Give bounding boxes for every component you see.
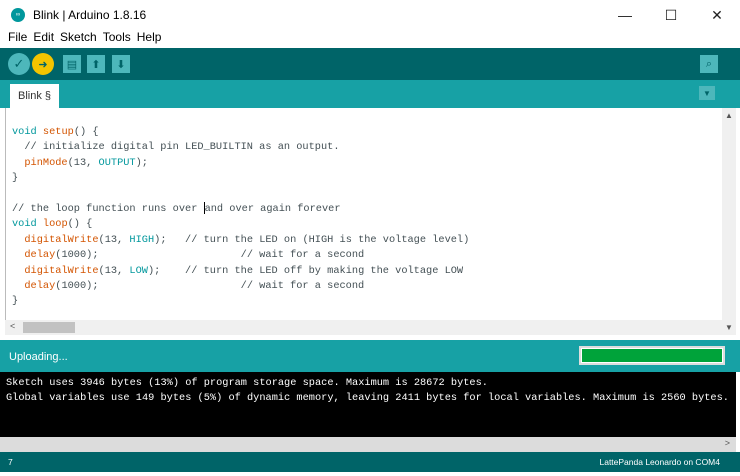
code-token: // turn the LED off by making the voltag… [185, 264, 464, 277]
console-line: Global variables use 149 bytes (5%) of d… [6, 392, 729, 404]
status-strip: Uploading... [0, 340, 740, 372]
code-token: digitalWrite [24, 264, 99, 277]
open-arrow-up-icon[interactable]: ⬆ [87, 55, 105, 73]
title-bar: ∞ Blink | Arduino 1.8.16 — ☐ ✕ [0, 0, 740, 30]
serial-monitor-icon[interactable]: ⌕ [700, 55, 718, 73]
code-token: ); [135, 156, 148, 169]
code-token: } [12, 295, 19, 308]
code-line[interactable]: digitalWrite(13, LOW); // turn the LED o… [12, 264, 469, 279]
code-line[interactable]: delay(1000); // wait for a second [12, 279, 469, 294]
code-token: (1000); [55, 249, 241, 262]
progress-fill [582, 349, 722, 362]
scroll-up-icon[interactable]: ▲ [722, 111, 736, 120]
code-token: // initialize digital pin LED_BUILTIN as… [12, 141, 340, 154]
bottom-status-bar: 7 LattePanda Leonardo on COM4 [0, 452, 740, 472]
code-token: // wait for a second [240, 249, 365, 262]
console-output: Sketch uses 3946 bytes (13%) of program … [0, 372, 736, 437]
menu-sketch[interactable]: Sketch [60, 30, 97, 48]
upload-progress-bar [579, 346, 725, 365]
tab-blink[interactable]: Blink § [10, 84, 59, 108]
code-editor[interactable]: void setup() { // initialize digital pin… [5, 108, 722, 320]
menu-edit[interactable]: Edit [33, 30, 54, 48]
editor-horizontal-scrollbar[interactable]: < [5, 320, 722, 335]
tab-bar: Blink § ▼ [0, 80, 740, 108]
window-title: Blink | Arduino 1.8.16 [33, 8, 147, 22]
code-line[interactable]: void setup() { [12, 125, 469, 140]
code-token: // turn the LED on (HIGH is the voltage … [185, 233, 470, 246]
code-token: (13, [67, 156, 99, 169]
status-message: Uploading... [9, 351, 68, 363]
scroll-right-icon[interactable]: > [725, 438, 730, 448]
code-token: ); [154, 233, 186, 246]
code-line[interactable]: // the loop function runs over and over … [12, 202, 469, 217]
code-token: HIGH [129, 233, 155, 246]
menu-help[interactable]: Help [137, 30, 162, 48]
code-token: void [12, 218, 37, 231]
menu-file[interactable]: File [8, 30, 27, 48]
upload-button[interactable]: ➜ [32, 53, 54, 75]
code-line[interactable]: void loop() { [12, 217, 469, 232]
new-file-icon[interactable]: ▤ [63, 55, 81, 73]
code-line[interactable]: } [12, 171, 469, 186]
code-line[interactable]: // initialize digital pin LED_BUILTIN as… [12, 140, 469, 155]
menu-tools[interactable]: Tools [103, 30, 131, 48]
arduino-logo-icon: ∞ [11, 8, 25, 22]
verify-button[interactable]: ✓ [8, 53, 30, 75]
board-port-label: LattePanda Leonardo on COM4 [599, 457, 720, 467]
code-token: (13, [98, 264, 130, 277]
minimize-button[interactable]: — [602, 0, 648, 30]
menu-bar: File Edit Sketch Tools Help [0, 30, 740, 48]
code-token: void [12, 126, 37, 138]
code-token: () { [73, 126, 99, 138]
code-token: // wait for a second [240, 279, 365, 292]
code-token: ); [147, 264, 186, 277]
code-line[interactable] [12, 187, 469, 202]
code-line[interactable]: digitalWrite(13, HIGH); // turn the LED … [12, 233, 469, 248]
code-token: (13, [98, 233, 130, 246]
code-text[interactable]: void setup() { // initialize digital pin… [12, 125, 469, 310]
code-token: loop [42, 218, 68, 231]
code-token: LOW [129, 264, 148, 277]
code-line[interactable]: pinMode(13, OUTPUT); [12, 156, 469, 171]
scroll-thumb[interactable] [23, 322, 75, 333]
code-token: delay [24, 249, 56, 262]
toolbar: ✓ ➜ ▤ ⬆ ⬇ ⌕ [0, 48, 740, 80]
code-token: pinMode [24, 156, 68, 169]
code-token: () { [67, 218, 93, 231]
save-arrow-down-icon[interactable]: ⬇ [112, 55, 130, 73]
code-token: delay [24, 279, 56, 292]
console-line: Sketch uses 3946 bytes (13%) of program … [6, 377, 488, 389]
vertical-scrollbar[interactable]: ▲ ▼ [722, 108, 736, 335]
scroll-down-icon[interactable]: ▼ [722, 323, 736, 332]
line-number: 7 [8, 457, 13, 467]
code-token: (1000); [55, 279, 241, 292]
tab-menu-chevron-down-icon[interactable]: ▼ [699, 86, 715, 100]
code-token: setup [42, 126, 74, 138]
code-token: and over again forever [204, 202, 341, 215]
code-token: OUTPUT [98, 156, 136, 169]
code-token: // the loop function runs over [12, 202, 204, 215]
code-line[interactable]: delay(1000); // wait for a second [12, 248, 469, 263]
code-token: digitalWrite [24, 233, 99, 246]
close-button[interactable]: ✕ [694, 0, 740, 30]
scroll-left-icon[interactable]: < [10, 321, 15, 331]
code-token: } [12, 172, 19, 185]
maximize-button[interactable]: ☐ [648, 0, 694, 30]
console-horizontal-scrollbar[interactable]: > [0, 437, 736, 452]
code-line[interactable]: } [12, 294, 469, 309]
